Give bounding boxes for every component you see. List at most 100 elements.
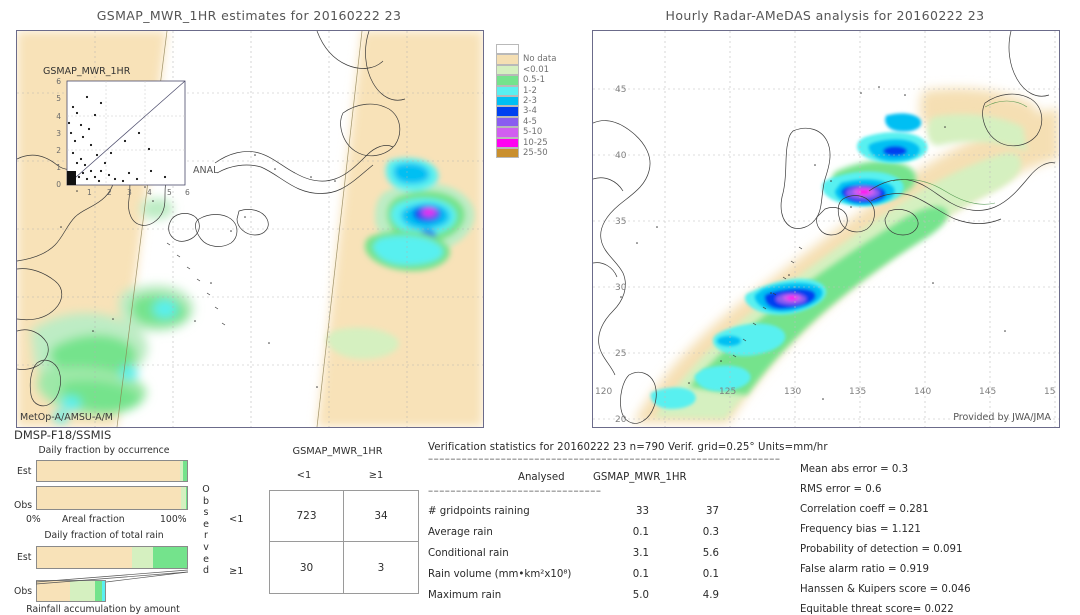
bar-segment <box>37 461 181 481</box>
stats-row-analysed: 3.1 <box>632 548 649 559</box>
colorbar-label: 3-4 <box>523 106 537 117</box>
precipitation-colorbar: No data <0.01 0.5-1 1-2 2-3 3-4 4-5 5-10… <box>496 44 586 174</box>
daily-fraction-charts: Daily fraction by occurrence Est Obs 0% … <box>0 428 200 615</box>
colorbar-entry: 2-3 <box>496 95 586 107</box>
colorbar-label: 0.5-1 <box>523 75 545 86</box>
stats-row-estimate: 0.1 <box>702 569 719 580</box>
svg-text:30: 30 <box>615 283 627 293</box>
totalrain-est-label: Est <box>17 552 32 563</box>
colorbar-swatch <box>496 85 519 96</box>
colorbar-label: 4-5 <box>523 116 537 127</box>
svg-text:15: 15 <box>1044 387 1055 397</box>
right-panel-title: Hourly Radar-AMeDAS analysis for 2016022… <box>665 8 985 23</box>
svg-text:45: 45 <box>615 85 626 95</box>
stats-row-analysed: 0.1 <box>632 569 649 580</box>
inset-scatter-plot[interactable]: GSMAP_MWR_1HR 6 5 4 3 2 1 0 1 2 3 4 5 6 <box>39 66 209 195</box>
svg-text:20: 20 <box>615 415 627 425</box>
svg-text:1: 1 <box>56 163 61 172</box>
bar-segment <box>37 487 181 509</box>
bar-segment <box>182 461 187 481</box>
contingency-cell-hit-none: 723 <box>270 491 344 542</box>
radar-amedas-map[interactable]: 45 40 35 30 25 20 120 125 130 135 140 14… <box>592 30 1060 428</box>
stats-row-name: Conditional rain <box>428 548 509 559</box>
svg-text:125: 125 <box>719 387 736 397</box>
score-correlation-coeff: Correlation coeff = 0.281 <box>800 504 929 515</box>
colorbar-swatch <box>496 54 519 65</box>
bar-segment <box>37 581 70 601</box>
svg-text:4: 4 <box>147 188 152 195</box>
occurrence-chart-caption: Daily fraction by occurrence <box>38 445 170 456</box>
colorbar-entry: <0.01 <box>496 64 586 76</box>
stats-row-estimate: 4.9 <box>702 590 719 601</box>
colorbar-swatch <box>496 137 519 148</box>
stats-row-name: Maximum rain <box>428 590 502 601</box>
svg-text:0: 0 <box>56 180 61 189</box>
svg-text:3: 3 <box>56 129 61 138</box>
colorbar-label: 2-3 <box>523 95 537 106</box>
occurrence-est-label: Est <box>17 466 32 477</box>
colorbar-swatch <box>496 106 519 117</box>
stats-row-estimate: 5.6 <box>702 548 719 559</box>
bar-segment <box>37 547 132 568</box>
bar-segment <box>102 581 105 601</box>
stats-row-analysed: 33 <box>636 506 649 517</box>
bar-connector-lines <box>35 569 189 585</box>
bar-segment <box>131 547 153 568</box>
stats-row-name: Rain volume (mm•km²x10⁸) <box>428 569 572 580</box>
contingency-observed-axis-label: Observed <box>202 484 210 577</box>
svg-text:145: 145 <box>979 387 996 397</box>
stats-row-analysed: 0.1 <box>632 527 649 538</box>
score-probability-of-detection: Probability of detection = 0.091 <box>800 544 963 555</box>
svg-text:5: 5 <box>56 94 61 103</box>
svg-text:6: 6 <box>185 188 190 195</box>
svg-text:3: 3 <box>127 188 132 195</box>
svg-text:6: 6 <box>56 77 61 86</box>
contingency-colhead-lt1: <1 <box>296 470 312 481</box>
svg-text:2: 2 <box>56 146 61 155</box>
contingency-title: GSMAP_MWR_1HR <box>292 446 383 457</box>
totalrain-axis-bottom: Rainfall accumulation by amount <box>26 604 180 615</box>
svg-text:4: 4 <box>56 112 61 121</box>
colorbar-label: No data <box>523 54 557 65</box>
svg-text:2: 2 <box>107 188 112 195</box>
stats-row-estimate: 0.3 <box>702 527 719 538</box>
svg-text:5: 5 <box>167 188 172 195</box>
stats-divider-cols: ––––––––––––––––––––––––––––––– <box>428 486 602 497</box>
score-false-alarm-ratio: False alarm ratio = 0.919 <box>800 564 929 575</box>
occurrence-est-bar <box>36 460 188 482</box>
svg-text:135: 135 <box>849 387 866 397</box>
svg-text:25: 25 <box>615 349 626 359</box>
stats-row-estimate: 37 <box>706 506 719 517</box>
colorbar-entry: 25-50 <box>496 147 586 159</box>
radar-map-canvas: 45 40 35 30 25 20 120 125 130 135 140 14… <box>593 31 1059 427</box>
occurrence-axis-right: 100% <box>160 514 187 525</box>
bar-segment <box>185 487 187 509</box>
occurrence-obs-bar <box>36 486 188 510</box>
colorbar-entry <box>496 44 586 55</box>
right-map-credit: Provided by JWA/JMA <box>953 412 1051 423</box>
contingency-cell-false-alarm: 34 <box>344 491 418 542</box>
score-mean-abs-error: Mean abs error = 0.3 <box>800 464 909 475</box>
colorbar-swatch <box>496 147 519 159</box>
stats-row-name: # gridpoints raining <box>428 506 530 517</box>
colorbar-swatch <box>496 75 519 86</box>
colorbar-entry: 4-5 <box>496 116 586 128</box>
occurrence-axis-center: Areal fraction <box>62 514 125 525</box>
stats-divider-top: ––––––––––––––––––––––––––––––––––––––––… <box>428 454 781 465</box>
svg-text:120: 120 <box>595 387 612 397</box>
colorbar-entry: 0.5-1 <box>496 75 586 86</box>
contingency-rowhead-ge1: ≥1 <box>229 566 244 577</box>
bar-segment <box>69 581 96 601</box>
gsmap-estimate-map[interactable]: GSMAP_MWR_1HR 6 5 4 3 2 1 0 1 2 3 4 5 6 … <box>16 30 484 428</box>
score-rms-error: RMS error = 0.6 <box>800 484 882 495</box>
svg-text:35: 35 <box>615 217 626 227</box>
colorbar-label: <0.01 <box>523 64 550 75</box>
inset-xaxis-label: ANAL <box>193 165 219 176</box>
colorbar-label: 10-25 <box>523 137 548 148</box>
occurrence-obs-label: Obs <box>14 500 33 511</box>
colorbar-entry: 10-25 <box>496 137 586 148</box>
contingency-table: GSMAP_MWR_1HR <1 ≥1 <1 ≥1 723 34 30 3 <box>229 446 420 596</box>
svg-text:140: 140 <box>914 387 931 397</box>
colorbar-label: 25-50 <box>523 147 548 158</box>
bar-segment <box>152 547 187 568</box>
